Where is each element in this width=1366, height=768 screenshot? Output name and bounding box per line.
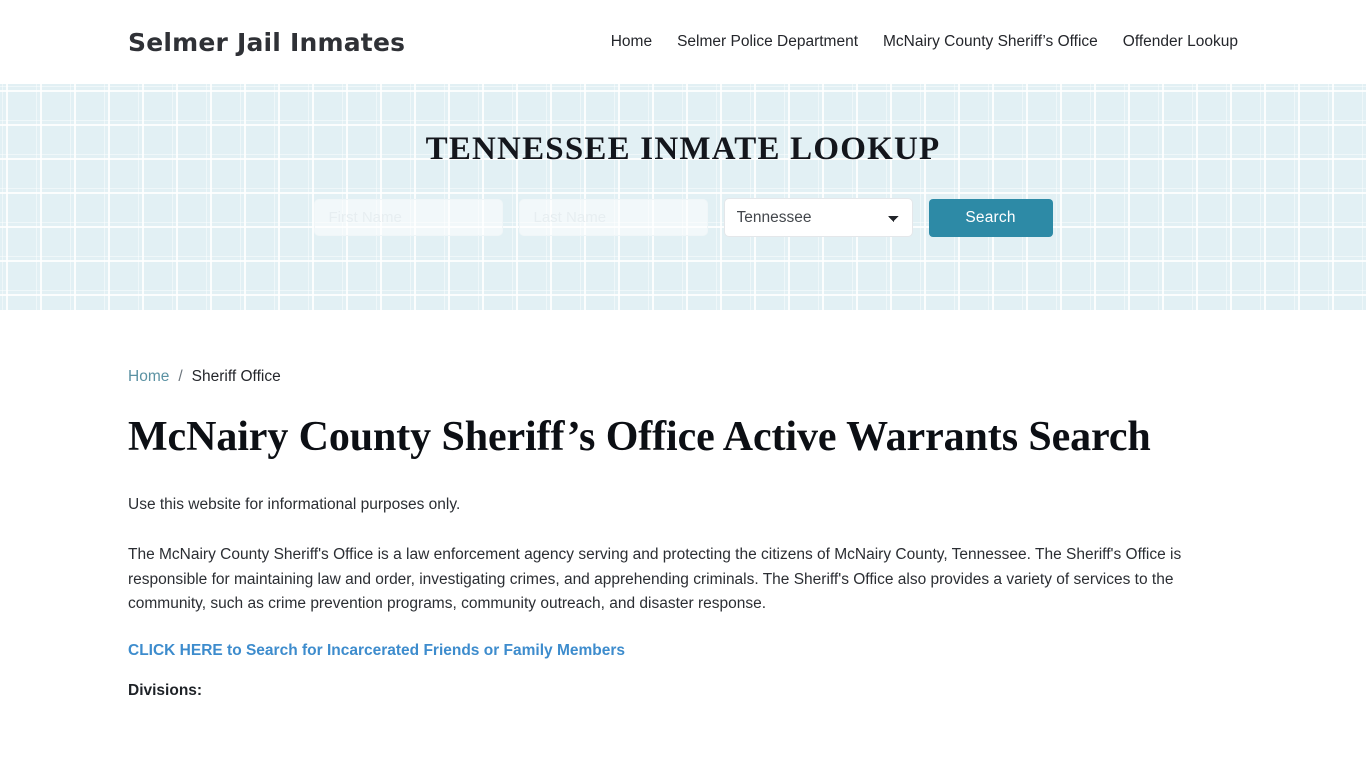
breadcrumb: Home / Sheriff Office bbox=[128, 369, 1238, 385]
divisions-label: Divisions: bbox=[128, 682, 203, 700]
breadcrumb-separator: / bbox=[178, 368, 183, 385]
nav-item-offender-lookup[interactable]: Offender Lookup bbox=[1123, 34, 1238, 50]
hero-search-section: TENNESSEE INMATE LOOKUP Tennessee Search bbox=[0, 84, 1366, 310]
breadcrumb-home-link[interactable]: Home bbox=[128, 369, 169, 385]
site-logo[interactable]: Selmer Jail Inmates bbox=[128, 28, 405, 57]
description-text: The McNairy County Sheriff's Office is a… bbox=[128, 546, 1182, 613]
page-title: McNairy County Sheriff’s Office Active W… bbox=[128, 413, 1151, 460]
state-select[interactable]: Tennessee bbox=[723, 198, 913, 238]
site-header: Selmer Jail Inmates Home Selmer Police D… bbox=[0, 0, 1366, 84]
nav-item-home[interactable]: Home bbox=[611, 34, 652, 50]
disclaimer-text: Use this website for informational purpo… bbox=[128, 496, 461, 514]
breadcrumb-current: Sheriff Office bbox=[191, 368, 281, 385]
last-name-input[interactable] bbox=[518, 199, 708, 237]
main-content: Home / Sheriff Office McNairy County She… bbox=[0, 369, 1366, 700]
nav-item-mcnairy-county-sheriffs-office[interactable]: McNairy County Sheriff’s Office bbox=[883, 34, 1098, 50]
inmate-search-cta-link[interactable]: CLICK HERE to Search for Incarcerated Fr… bbox=[128, 642, 625, 660]
hero-title: TENNESSEE INMATE LOOKUP bbox=[425, 131, 941, 167]
search-button[interactable]: Search bbox=[928, 198, 1053, 237]
first-name-input[interactable] bbox=[313, 199, 503, 237]
inmate-search-form: Tennessee Search bbox=[313, 198, 1053, 238]
main-navigation: Home Selmer Police Department McNairy Co… bbox=[611, 34, 1238, 50]
nav-item-selmer-police-department[interactable]: Selmer Police Department bbox=[677, 34, 858, 50]
